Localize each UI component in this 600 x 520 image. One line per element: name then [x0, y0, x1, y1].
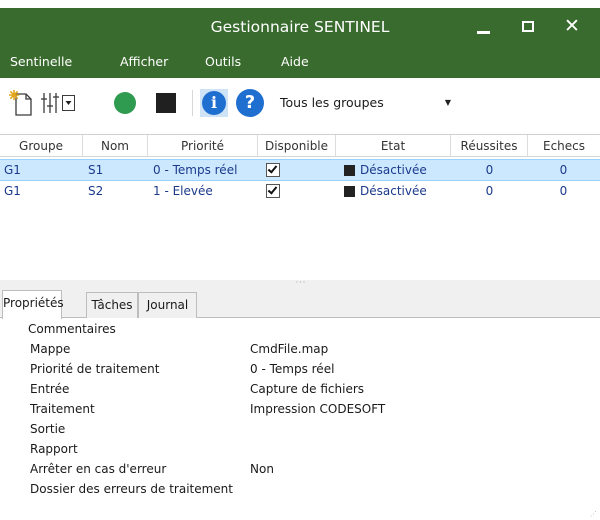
panel-splitter[interactable]: ···: [0, 278, 600, 288]
column-header-etat[interactable]: Etat: [336, 135, 451, 157]
property-row: Entrée Capture de fichiers: [0, 379, 600, 399]
table-header: Groupe Nom Priorité Disponible Etat Réus…: [0, 135, 600, 157]
sentinel-manager-window: Gestionnaire SENTINEL ✕ Sentinelle Affic…: [0, 0, 600, 520]
top-strip: [0, 0, 600, 8]
cell-reussites: 0: [485, 184, 494, 198]
maximize-icon: [522, 21, 534, 32]
cell-priorite: 0 - Temps réel: [153, 163, 238, 177]
column-header-reussites[interactable]: Réussites: [451, 135, 528, 157]
cell-disponible: [263, 181, 333, 202]
cell-disponible: [263, 160, 333, 181]
property-name: Sortie: [30, 422, 66, 436]
property-name: Commentaires: [28, 322, 116, 336]
property-value: 0 - Temps réel: [250, 362, 335, 376]
minimize-button[interactable]: [462, 8, 506, 46]
column-header-nom[interactable]: Nom: [83, 135, 148, 157]
sentinel-table: Groupe Nom Priorité Disponible Etat Réus…: [0, 134, 600, 280]
menu-bar: Sentinelle Afficher Outils Aide: [0, 46, 600, 78]
maximize-button[interactable]: [506, 8, 550, 46]
checkmark-icon: [267, 163, 278, 174]
table-row[interactable]: G1 S2 1 - Elevée Désactivée 0 0: [0, 181, 600, 203]
property-value: Impression CODESOFT: [250, 402, 386, 416]
property-row: Dossier des erreurs de traitement: [0, 479, 600, 499]
table-row[interactable]: G1 S1 0 - Temps réel Désactivée 0 0: [0, 159, 600, 181]
checkmark-icon: [267, 184, 278, 195]
tab-taches[interactable]: Tâches: [86, 292, 138, 318]
disponible-checkbox[interactable]: [266, 184, 280, 198]
toolbar: i ? Tous les groupes ▼: [0, 78, 600, 128]
info-icon: i: [202, 91, 226, 115]
resize-grip-icon[interactable]: ⋰: [590, 510, 598, 518]
stop-state-icon: [344, 165, 355, 176]
cell-echecs: 0: [559, 163, 568, 177]
help-icon[interactable]: ?: [236, 89, 264, 117]
disponible-checkbox[interactable]: [266, 163, 280, 177]
cell-nom: S2: [88, 184, 104, 198]
group-filter-select[interactable]: Tous les groupes ▼: [276, 91, 460, 115]
tab-strip: Propriétés Tâches Journal: [0, 288, 600, 319]
property-value: CmdFile.map: [250, 342, 329, 356]
stop-icon[interactable]: [156, 93, 176, 113]
minimize-icon: [477, 31, 490, 34]
property-row: Commentaires: [0, 319, 600, 339]
column-header-priorite[interactable]: Priorité: [148, 135, 258, 157]
menu-afficher[interactable]: Afficher: [120, 46, 168, 78]
menu-aide[interactable]: Aide: [281, 46, 309, 78]
close-icon: ✕: [564, 15, 580, 37]
column-header-echecs[interactable]: Echecs: [528, 135, 600, 157]
cell-priorite: 1 - Elevée: [153, 184, 213, 198]
property-row: Arrêter en cas d'erreur Non: [0, 459, 600, 479]
property-value: Non: [250, 462, 274, 476]
info-button[interactable]: i: [200, 89, 228, 117]
cell-groupe: G1: [4, 184, 21, 198]
menu-outils[interactable]: Outils: [205, 46, 241, 78]
property-name: Traitement: [30, 402, 95, 416]
property-row: Priorité de traitement 0 - Temps réel: [0, 359, 600, 379]
column-header-disponible[interactable]: Disponible: [258, 135, 336, 157]
property-name: Priorité de traitement: [30, 362, 160, 376]
new-document-icon[interactable]: [8, 89, 33, 116]
property-row: Sortie: [0, 419, 600, 439]
property-name: Arrêter en cas d'erreur: [30, 462, 167, 476]
property-value: Capture de fichiers: [250, 382, 365, 396]
menu-sentinelle[interactable]: Sentinelle: [10, 46, 72, 78]
property-name: Dossier des erreurs de traitement: [30, 482, 233, 496]
settings-sliders-icon[interactable]: [40, 91, 78, 115]
close-button[interactable]: ✕: [550, 8, 594, 46]
column-header-groupe[interactable]: Groupe: [0, 135, 83, 157]
chevron-down-icon[interactable]: ▼: [440, 91, 456, 115]
etat-label: Désactivée: [360, 163, 427, 177]
etat-label: Désactivée: [360, 184, 427, 198]
stop-state-icon: [344, 186, 355, 197]
tab-proprietes[interactable]: Propriétés: [2, 290, 64, 319]
cell-etat: Désactivée: [336, 181, 446, 202]
title-bar[interactable]: Gestionnaire SENTINEL ✕: [0, 8, 600, 46]
cell-etat: Désactivée: [336, 160, 446, 181]
property-row: Rapport: [0, 439, 600, 459]
property-name: Rapport: [30, 442, 78, 456]
cell-groupe: G1: [4, 163, 21, 177]
property-row: Mappe CmdFile.map: [0, 339, 600, 359]
property-row: Traitement Impression CODESOFT: [0, 399, 600, 419]
property-name: Entrée: [30, 382, 70, 396]
cell-nom: S1: [88, 163, 104, 177]
splitter-grip-icon: ···: [295, 278, 307, 287]
group-filter-value: Tous les groupes: [280, 95, 384, 110]
cell-echecs: 0: [559, 184, 568, 198]
start-icon[interactable]: [114, 92, 136, 114]
toolbar-separator: [192, 90, 193, 116]
tab-journal[interactable]: Journal: [138, 292, 197, 318]
properties-panel: Commentaires Mappe CmdFile.map Priorité …: [0, 318, 600, 520]
cell-reussites: 0: [485, 163, 494, 177]
property-name: Mappe: [30, 342, 71, 356]
